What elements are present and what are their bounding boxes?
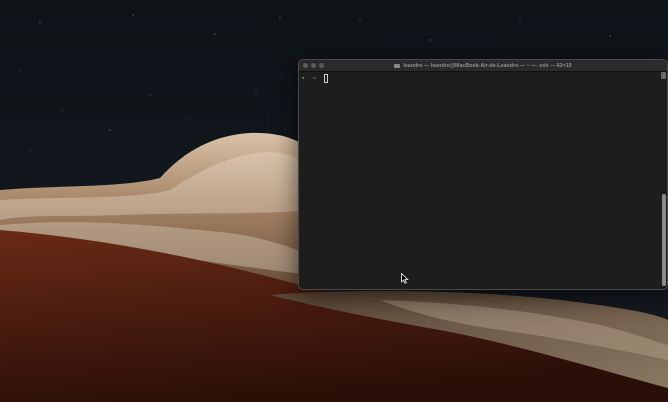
terminal-window[interactable]: leandro — leandro@MacBook-Air-de-Leandro… bbox=[298, 59, 668, 290]
scrollbar-thumb[interactable] bbox=[662, 194, 666, 286]
window-title: leandro — leandro@MacBook-Air-de-Leandro… bbox=[299, 60, 667, 71]
text-cursor bbox=[324, 73, 329, 83]
prompt-line: ➜ ~ bbox=[301, 73, 329, 83]
mouse-pointer-icon bbox=[401, 273, 409, 284]
title-bar[interactable]: leandro — leandro@MacBook-Air-de-Leandro… bbox=[299, 60, 667, 72]
terminal-content[interactable]: ➜ ~ bbox=[299, 72, 667, 289]
scroll-up-button[interactable] bbox=[661, 72, 666, 79]
folder-icon bbox=[394, 63, 401, 68]
prompt-arrow: ➜ bbox=[301, 74, 305, 82]
window-title-text: leandro — leandro@MacBook-Air-de-Leandro… bbox=[403, 62, 572, 69]
prompt-cwd: ~ bbox=[312, 74, 317, 82]
